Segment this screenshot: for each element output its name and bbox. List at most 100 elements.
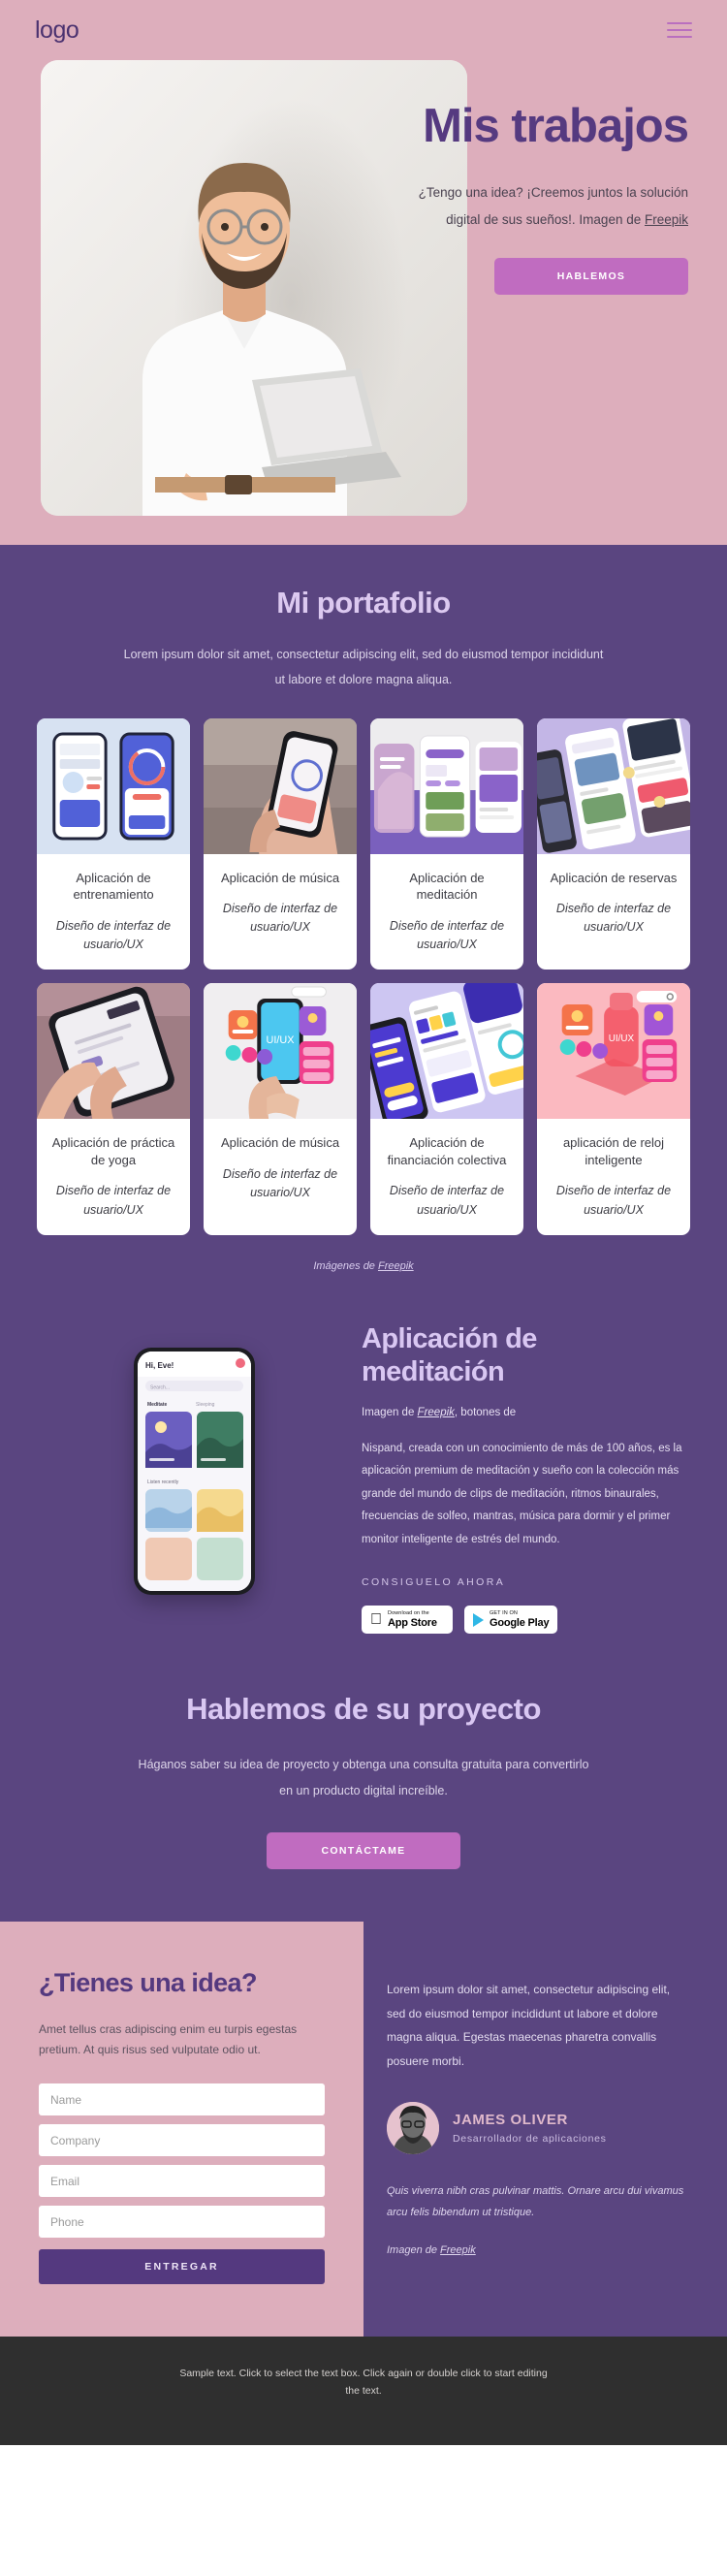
hamburger-menu-icon[interactable] bbox=[667, 22, 692, 38]
portfolio-grid-row-1: Aplicación de entrenamiento Diseño de in… bbox=[0, 717, 727, 970]
testimonial-author-name: JAMES OLIVER bbox=[453, 2112, 568, 2129]
portfolio-card-role: Diseño de interfaz de usuario/UX bbox=[389, 918, 505, 951]
google-play-big-label: Google Play bbox=[490, 1617, 550, 1630]
top-navigation-bar: logo bbox=[0, 0, 727, 60]
app-store-badge[interactable]:  Download on the App Store bbox=[362, 1606, 453, 1635]
hero-section: logo Mis trabajos ¿Tengo una idea? ¡Cree… bbox=[0, 0, 727, 545]
portfolio-card-title: aplicación de reloj inteligente bbox=[562, 1135, 665, 1167]
contact-description: Amet tellus cras adipiscing enim eu turp… bbox=[39, 2022, 298, 2057]
hablemos-button[interactable]: HABLEMOS bbox=[494, 258, 688, 296]
landing-page: logo Mis trabajos ¿Tengo una idea? ¡Cree… bbox=[0, 0, 727, 2445]
portfolio-card-title: Aplicación de financiación colectiva bbox=[387, 1135, 507, 1167]
contact-title: ¿Tienes una idea? bbox=[39, 1967, 257, 1997]
portfolio-card[interactable]: Aplicación de práctica de yoga Diseño de… bbox=[37, 983, 190, 1236]
hero-freepik-link[interactable]: Freepik bbox=[645, 212, 688, 227]
portfolio-grid-row-2: Aplicación de práctica de yoga Diseño de… bbox=[0, 983, 727, 1236]
portfolio-card-role: Diseño de interfaz de usuario/UX bbox=[555, 902, 672, 935]
footer-text[interactable]: Sample text. Click to select the text bo… bbox=[179, 2366, 548, 2401]
svg-text:Meditate: Meditate bbox=[147, 1402, 168, 1408]
testimonial-image-credit: Imagen de Freepik bbox=[387, 2244, 690, 2256]
portfolio-card[interactable]: UI/UX Aplicación de música Diseño de int… bbox=[204, 983, 357, 1236]
portfolio-freepik-link[interactable]: Freepik bbox=[378, 1260, 414, 1272]
contact-form-panel: ¿Tienes una idea? Amet tellus cras adipi… bbox=[0, 1921, 364, 2337]
hand-phone-uiux-colorful-thumbnail: UI/UX bbox=[204, 983, 357, 1120]
svg-text:Listen recently: Listen recently bbox=[147, 1479, 179, 1485]
hands-holding-phone-yoga-thumbnail bbox=[37, 983, 190, 1120]
talk-project-section: Hablemos de su proyecto Háganos saber su… bbox=[0, 1682, 727, 1922]
portfolio-card-title: Aplicación de entrenamiento bbox=[73, 870, 154, 903]
google-play-badge[interactable]: GET IN ON Google Play bbox=[464, 1606, 558, 1635]
hero-subtitle-line-2: digital de sus sueños!. Imagen de bbox=[446, 211, 645, 227]
testimonial-author: JAMES OLIVER Desarrollador de aplicacion… bbox=[387, 2102, 690, 2155]
svg-text:Hi, Eve!: Hi, Eve! bbox=[145, 1361, 174, 1370]
portfolio-card[interactable]: UI/UX aplicación de reloj inteligente Di… bbox=[537, 983, 690, 1236]
svg-text:Search...: Search... bbox=[150, 1385, 170, 1391]
app-store-small-label: Download on the bbox=[376, 1609, 429, 1616]
portfolio-card-role: Diseño de interfaz de usuario/UX bbox=[389, 1184, 505, 1217]
google-play-small-label: GET IN ON bbox=[490, 1609, 518, 1616]
hero-subtitle: ¿Tengo una idea? ¡Creemos juntos la solu… bbox=[310, 179, 688, 233]
phone-field[interactable] bbox=[39, 2206, 325, 2239]
testimonial-freepik-link[interactable]: Freepik bbox=[440, 2244, 476, 2256]
portfolio-card-title: Aplicación de práctica de yoga bbox=[51, 1135, 175, 1167]
hero-title: Mis trabajos bbox=[423, 100, 689, 152]
talk-description: Háganos saber su idea de proyecto y obte… bbox=[138, 1758, 589, 1797]
entregar-submit-button[interactable]: ENTREGAR bbox=[39, 2249, 325, 2285]
portfolio-card-title: Aplicación de música bbox=[220, 1135, 340, 1151]
meditation-title: Aplicación de meditación bbox=[362, 1323, 537, 1388]
portfolio-section: Mi portafolio Lorem ipsum dolor sit amet… bbox=[0, 545, 727, 1306]
avatar bbox=[387, 2102, 439, 2155]
meditation-app-screens-thumbnail bbox=[370, 717, 523, 854]
svg-text:Sleeping: Sleeping bbox=[196, 1402, 215, 1408]
meditation-credit-pre: Imagen de bbox=[362, 1406, 418, 1418]
portfolio-description: Lorem ipsum dolor sit amet, consectetur … bbox=[123, 648, 604, 687]
portfolio-card-title: Aplicación de música bbox=[220, 870, 340, 885]
testimonial-author-role: Desarrollador de aplicaciones bbox=[453, 2133, 607, 2146]
meditation-phone-column: Hi, Eve! Search... Meditate Sleeping Lis… bbox=[37, 1322, 352, 1596]
contact-section: ¿Tienes una idea? Amet tellus cras adipi… bbox=[0, 1921, 727, 2337]
fitness-app-screens-thumbnail bbox=[37, 717, 190, 854]
portfolio-card-title: Aplicación de reservas bbox=[550, 870, 678, 885]
meditation-app-section: Hi, Eve! Search... Meditate Sleeping Lis… bbox=[0, 1305, 727, 1683]
contactame-button[interactable]: CONTÁCTAME bbox=[267, 1831, 460, 1869]
meditation-text-column: Aplicación de meditación Imagen de Freep… bbox=[362, 1322, 690, 1635]
app-store-big-label: App Store bbox=[376, 1617, 437, 1630]
meditation-phone-mockup: Hi, Eve! Search... Meditate Sleeping Lis… bbox=[134, 1348, 255, 1596]
portfolio-card[interactable]: Aplicación de reservas Diseño de interfa… bbox=[537, 717, 690, 970]
smartwatch-uiux-pink-thumbnail: UI/UX bbox=[537, 983, 690, 1120]
site-logo[interactable]: logo bbox=[35, 16, 79, 45]
testimonial-panel: Lorem ipsum dolor sit amet, consectetur … bbox=[364, 1921, 727, 2337]
testimonial-italic-note: Quis viverra nibh cras pulvinar mattis. … bbox=[387, 2185, 684, 2218]
portfolio-card-role: Diseño de interfaz de usuario/UX bbox=[55, 1184, 172, 1217]
testimonial-quote: Lorem ipsum dolor sit amet, consectetur … bbox=[387, 1982, 671, 2068]
google-play-icon bbox=[473, 1612, 484, 1627]
apple-logo-icon:  bbox=[370, 1611, 382, 1628]
portfolio-card-title: Aplicación de meditación bbox=[409, 870, 485, 903]
testimonial-credit-pre: Imagen de bbox=[387, 2244, 441, 2257]
portfolio-card[interactable]: Aplicación de música Diseño de interfaz … bbox=[204, 717, 357, 970]
crowdfunding-app-screens-thumbnail bbox=[370, 983, 523, 1120]
company-field[interactable] bbox=[39, 2124, 325, 2157]
hero-subtitle-line-1: ¿Tengo una idea? ¡Creemos juntos la solu… bbox=[418, 184, 688, 200]
email-field[interactable] bbox=[39, 2165, 325, 2198]
meditation-credit-post: , botones de bbox=[454, 1406, 517, 1418]
talk-title: Hablemos de su proyecto bbox=[186, 1692, 541, 1727]
portfolio-card-role: Diseño de interfaz de usuario/UX bbox=[55, 918, 172, 951]
footer: Sample text. Click to select the text bo… bbox=[0, 2337, 727, 2445]
store-badges:  Download on the App Store GET IN ON Go… bbox=[362, 1606, 686, 1635]
portfolio-card[interactable]: Aplicación de entrenamiento Diseño de in… bbox=[37, 717, 190, 970]
meditation-credit: Imagen de Freepik, botones de bbox=[362, 1407, 686, 1418]
svg-text:UI/UX: UI/UX bbox=[609, 1034, 635, 1044]
hand-holding-phone-music-thumbnail bbox=[204, 717, 357, 854]
portfolio-image-credit: Imágenes de Freepik bbox=[0, 1260, 727, 1272]
meditation-freepik-link[interactable]: Freepik bbox=[418, 1407, 455, 1418]
portfolio-credit-text: Imágenes de bbox=[313, 1260, 378, 1273]
portfolio-title: Mi portafolio bbox=[276, 586, 451, 620]
portfolio-card[interactable]: Aplicación de meditación Diseño de inter… bbox=[370, 717, 523, 970]
portfolio-card-role: Diseño de interfaz de usuario/UX bbox=[555, 1184, 672, 1217]
portfolio-card[interactable]: Aplicación de financiación colectiva Dis… bbox=[370, 983, 523, 1236]
name-field[interactable] bbox=[39, 2083, 325, 2116]
portfolio-card-role: Diseño de interfaz de usuario/UX bbox=[222, 902, 338, 935]
portfolio-card-role: Diseño de interfaz de usuario/UX bbox=[222, 1166, 338, 1200]
hero-text-block: Mis trabajos ¿Tengo una idea? ¡Creemos j… bbox=[310, 100, 689, 296]
